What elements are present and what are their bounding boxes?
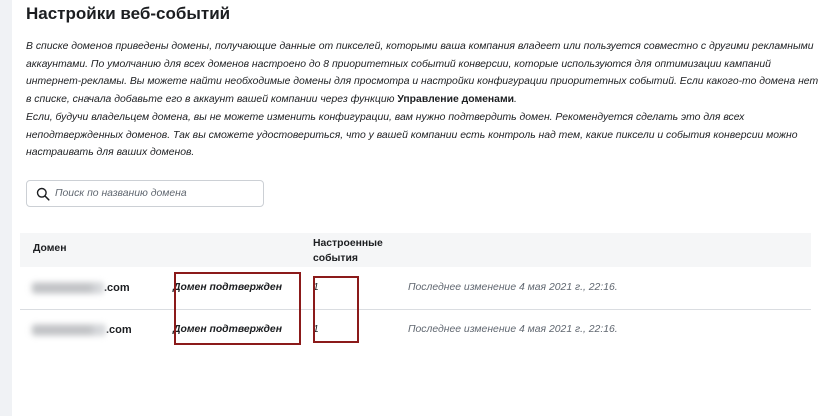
web-events-settings-panel: Настройки веб-событий В списке доменов п… bbox=[12, 0, 823, 416]
redacted-domain: xxxxxxxxxx bbox=[32, 324, 106, 337]
manage-domains-link[interactable]: Управление доменами bbox=[397, 94, 514, 105]
domain-search-input[interactable] bbox=[55, 181, 255, 206]
search-icon bbox=[36, 187, 50, 201]
domain-name[interactable]: xxxxxxxxxx .com bbox=[32, 282, 130, 295]
left-gutter bbox=[0, 0, 12, 416]
domain-name[interactable]: xxxxxxxxxx .com bbox=[32, 324, 132, 337]
status-highlight-box bbox=[174, 272, 301, 345]
events-count-highlight-box bbox=[313, 276, 359, 343]
last-modified: Последнее изменение 4 мая 2021 г., 22:16… bbox=[408, 324, 618, 335]
domain-suffix: .com bbox=[106, 324, 132, 336]
intro-paragraph-2: Если, будучи владельцем домена, вы не мо… bbox=[26, 112, 798, 158]
column-header-events-line2: события bbox=[313, 253, 358, 264]
page-title: Настройки веб-событий bbox=[26, 4, 231, 23]
column-header-domain: Домен bbox=[33, 243, 67, 254]
column-header-events-line1: Настроенные bbox=[313, 238, 383, 249]
domains-table-header: Домен Настроенные события bbox=[20, 233, 811, 267]
redacted-domain: xxxxxxxxxx bbox=[32, 282, 104, 295]
table-row[interactable]: xxxxxxxxxx .com Домен подтвержден 1 После… bbox=[20, 268, 811, 308]
domain-search-box[interactable] bbox=[26, 180, 264, 207]
column-header-configured-events: Настроенные события bbox=[313, 236, 403, 266]
intro-paragraph-1-end: . bbox=[514, 93, 517, 105]
domain-suffix: .com bbox=[104, 282, 130, 294]
intro-paragraph-1: В списке доменов приведены домены, получ… bbox=[26, 38, 823, 108]
last-modified: Последнее изменение 4 мая 2021 г., 22:16… bbox=[408, 282, 618, 293]
table-row[interactable]: xxxxxxxxxx .com Домен подтвержден 1 После… bbox=[20, 310, 811, 350]
